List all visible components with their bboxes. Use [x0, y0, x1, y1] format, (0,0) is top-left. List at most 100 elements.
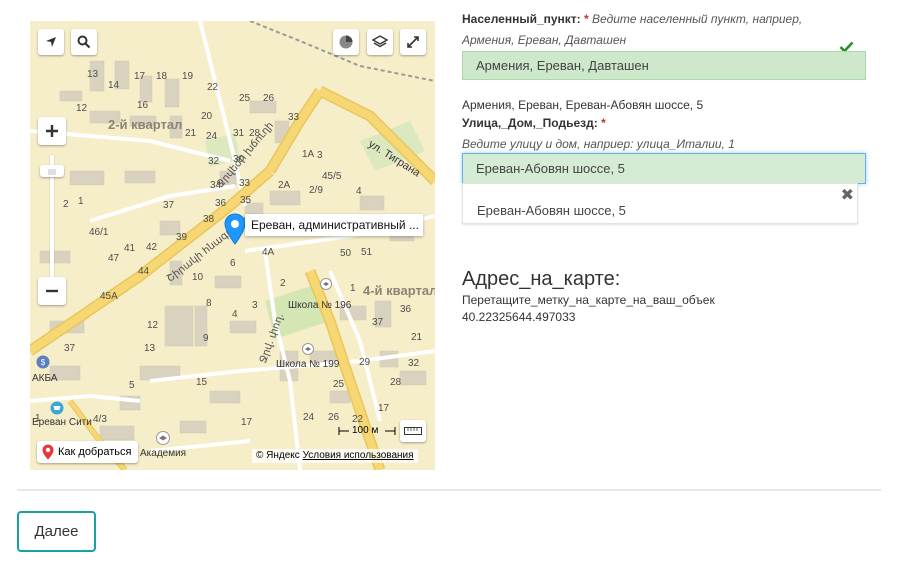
settlement-input[interactable] — [462, 51, 866, 80]
house-number: 37 — [163, 200, 175, 211]
house-number: 25 — [239, 93, 251, 104]
house-number: 21 — [411, 332, 423, 343]
house-number: 24 — [206, 131, 218, 142]
house-number: 37 — [64, 343, 76, 354]
house-number: 1 — [350, 283, 356, 294]
house-number: 16 — [137, 100, 149, 111]
house-number: 10 — [192, 272, 204, 283]
map-drag-hint: Перетащите_метку_на_карте_на_ваш_объек — [462, 293, 715, 307]
house-number: 42 — [146, 242, 158, 253]
map-poi-icon: $ — [36, 355, 50, 372]
house-number: 20 — [201, 111, 213, 122]
house-number: 1 — [78, 196, 84, 207]
locate-button[interactable] — [38, 29, 64, 55]
map-shop-icon — [50, 401, 64, 418]
map-address-title: Адрес_на_карте: — [462, 268, 621, 290]
ruler-icon — [404, 427, 422, 435]
house-number: 17 — [241, 417, 253, 428]
house-number: 3 — [252, 300, 258, 311]
house-number: 21 — [185, 128, 197, 139]
traffic-icon — [339, 35, 353, 49]
house-number: 26 — [328, 412, 340, 423]
house-number: 2 — [280, 278, 286, 289]
house-number: 12 — [147, 320, 159, 331]
map[interactable]: 13 17 18 14 19 22 25 26 12 16 20 21 33 24 31 28 1A 32 30 3 3… — [30, 21, 435, 470]
house-number: 31 — [233, 128, 245, 139]
settlement-hint: Ведите населенный пункт, наприер, — [592, 12, 803, 26]
house-number: 8 — [206, 298, 212, 309]
house-number: 4A — [262, 247, 275, 258]
house-number: 2 — [63, 199, 69, 210]
map-school-label: Школа № 196 — [288, 300, 352, 311]
suggestion-dropdown: ✖ Ереван-Абовян шоссе, 5 — [462, 183, 858, 224]
settlement-hint-line-2: Армения, Ереван, Давташен — [462, 33, 627, 47]
house-number: 39 — [176, 232, 188, 243]
house-number: 32 — [408, 358, 420, 369]
traffic-button[interactable] — [333, 29, 359, 55]
house-number: 2A — [278, 180, 291, 191]
street-label: Улица,_Дом,_Подьезд: * — [462, 116, 606, 130]
house-number: 37 — [372, 317, 384, 328]
coordinates-text: 40.22325644.497033 — [462, 310, 576, 324]
house-number: 1A — [302, 149, 315, 160]
house-number: 12 — [76, 103, 88, 114]
house-number: 50 — [340, 248, 352, 259]
close-icon[interactable]: ✖ — [841, 185, 854, 205]
ruler-button[interactable] — [400, 420, 426, 442]
placemark-caption: Ереван, административный ... — [245, 214, 423, 236]
map-academy-icon — [156, 431, 170, 448]
map-poi-label: АКБА — [32, 373, 58, 384]
divider — [17, 489, 881, 491]
house-number: 18 — [156, 71, 168, 82]
house-number: 51 — [361, 247, 373, 258]
house-number: 6 — [230, 258, 236, 269]
route-button[interactable]: Как добраться — [37, 441, 139, 463]
route-pin-icon — [42, 444, 54, 460]
house-number: 28 — [390, 377, 402, 388]
map-copyright: © Яндекс Условия использования — [252, 449, 418, 463]
house-number: 22 — [207, 82, 219, 93]
suggestion-item[interactable]: Ереван-Абовян шоссе, 5 — [477, 203, 626, 218]
terms-link[interactable]: Условия использования — [303, 450, 414, 461]
house-number: 45/5 — [322, 171, 342, 182]
house-number: 17 — [134, 71, 146, 82]
house-number: 26 — [263, 93, 275, 104]
house-number: 38 — [203, 214, 215, 225]
zoom-slider-handle[interactable] — [40, 165, 64, 177]
map-school-icon — [320, 278, 332, 293]
fullscreen-button[interactable] — [400, 29, 426, 55]
house-number: 4 — [232, 309, 238, 320]
settlement-label: Населенный_пункт: * Ведите населенный пу… — [462, 12, 802, 26]
map-school-icon — [302, 343, 314, 358]
house-number: 24 — [303, 412, 315, 423]
map-search-button[interactable] — [71, 29, 97, 55]
map-poi-label: Академия — [140, 448, 187, 459]
map-scale-label: 100 м — [352, 425, 379, 436]
house-number: 13 — [87, 69, 99, 80]
house-number: 41 — [124, 243, 136, 254]
house-number: 33 — [288, 112, 300, 123]
map-pin-icon[interactable] — [224, 213, 246, 250]
minus-icon — [46, 289, 58, 293]
house-number: 32 — [208, 156, 220, 167]
map-school-label: Школа № 199 — [276, 359, 340, 370]
layers-button[interactable] — [367, 29, 393, 55]
house-number: 19 — [182, 71, 194, 82]
house-number: 33 — [239, 178, 251, 189]
house-number: 17 — [378, 403, 390, 414]
map-district-label: 2-й квартал — [108, 117, 183, 132]
zoom-in-button[interactable] — [38, 117, 66, 145]
map-district-label: 4-й квартал — [363, 283, 435, 298]
map-poi-label: Ереван Сити — [32, 417, 92, 428]
house-number: 3 — [317, 150, 323, 161]
next-button[interactable]: Далее — [17, 511, 96, 552]
house-number: 36 — [215, 198, 227, 209]
full-address-text: Армения, Ереван, Ереван-Абовян шоссе, 5 — [462, 98, 704, 112]
house-number: 35 — [240, 195, 252, 206]
settlement-label-text: Населенный_пункт: — [462, 12, 581, 26]
street-input[interactable] — [462, 153, 866, 184]
zoom-out-button[interactable] — [38, 277, 66, 305]
street-label-text: Улица,_Дом,_Подьезд: — [462, 116, 598, 130]
house-number: 9 — [203, 333, 209, 344]
house-number: 5 — [129, 380, 135, 391]
